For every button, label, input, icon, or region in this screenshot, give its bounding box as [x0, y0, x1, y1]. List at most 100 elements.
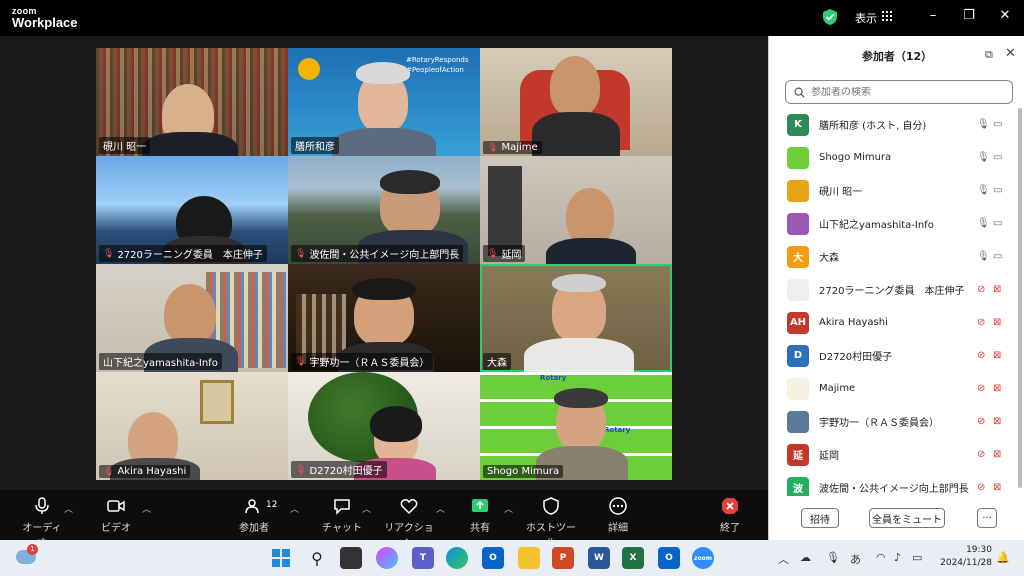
title-bar: zoom Workplace — [0, 0, 768, 36]
participant-name: D2720村田優子 — [819, 352, 893, 363]
participant-row[interactable]: 硯川 昭一 🎙 ▭ — [769, 174, 1017, 207]
gallery-grid-icon[interactable] — [882, 11, 892, 21]
participant-row[interactable]: Majime ⊘ ⊠ — [769, 372, 1017, 405]
microphone-icon[interactable]: 🎙 — [977, 218, 990, 229]
tray-overflow-icon[interactable]: ︿ — [778, 551, 789, 567]
participant-row[interactable]: 波波佐間・公共イメージ向上部門長 ⊘ ⊠ — [769, 471, 1017, 496]
outlook-icon[interactable]: O — [482, 547, 504, 569]
battery-icon[interactable]: ▭ — [912, 551, 922, 564]
participant-row[interactable]: Shogo Mimura 🎙 ▭ — [769, 141, 1017, 174]
video-tile[interactable]: 🎙 Akira Hayashi — [96, 372, 288, 480]
close-icon[interactable]: ✕ — [998, 9, 1012, 23]
video-tile[interactable]: 🎙 延岡 — [480, 156, 672, 264]
video-off-icon[interactable]: ⊠ — [993, 284, 1001, 295]
participant-row[interactable]: 宇野功一（ＲＡＳ委員会） ⊘ ⊠ — [769, 405, 1017, 438]
file-explorer-icon[interactable] — [518, 547, 540, 569]
video-tile[interactable]: Rotary Rotary Shogo Mimura — [480, 372, 672, 480]
participant-row[interactable]: 大大森 🎙 ▭ — [769, 240, 1017, 273]
panel-close-icon[interactable]: ✕ — [1005, 46, 1016, 61]
speaker-icon[interactable]: ♪ — [894, 551, 901, 564]
participant-row[interactable]: 山下紀之yamashita-Info 🎙 ▭ — [769, 207, 1017, 240]
system-clock[interactable]: 19:30 2024/11/28 — [940, 544, 992, 570]
view-button[interactable]: 表示 — [855, 10, 877, 26]
muted-mic-icon[interactable]: ⊘ — [977, 383, 985, 394]
invite-button[interactable]: 招待 — [801, 508, 839, 528]
video-off-icon[interactable]: ⊠ — [993, 383, 1001, 394]
video-camera-icon[interactable]: ▭ — [993, 152, 1002, 163]
microphone-icon[interactable]: 🎙 — [977, 185, 990, 196]
background-text: #RotaryResponds — [406, 56, 469, 64]
mute-all-button[interactable]: 全員をミュート — [869, 508, 945, 528]
video-camera-icon[interactable]: ▭ — [993, 119, 1002, 130]
edge-icon[interactable] — [446, 547, 468, 569]
video-tile-active-speaker[interactable]: 大森 — [480, 264, 672, 372]
onedrive-icon[interactable]: ☁ — [800, 551, 811, 564]
wifi-icon[interactable]: ◠ — [876, 551, 886, 564]
chat-options-caret[interactable]: ︿ — [362, 502, 371, 515]
participants-options-caret[interactable]: ︿ — [290, 502, 299, 515]
chat-button[interactable]: チャット — [322, 496, 362, 534]
video-tile[interactable]: 🎙 波佐間・公共イメージ向上部門長 — [288, 156, 480, 264]
video-camera-icon[interactable]: ▭ — [993, 218, 1002, 229]
windows-start-icon[interactable] — [270, 547, 292, 569]
muted-mic-icon[interactable]: ⊘ — [977, 350, 985, 361]
video-camera-icon[interactable]: ▭ — [993, 185, 1002, 196]
audio-options-caret[interactable]: ︿ — [64, 502, 73, 515]
restore-icon[interactable]: ❐ — [962, 9, 976, 23]
reactions-options-caret[interactable]: ︿ — [436, 502, 445, 515]
video-off-icon[interactable]: ⊠ — [993, 449, 1001, 460]
video-button[interactable]: ビデオ — [96, 496, 136, 534]
video-off-icon[interactable]: ⊠ — [993, 416, 1001, 427]
search-input[interactable] — [811, 86, 1001, 98]
share-options-caret[interactable]: ︿ — [504, 502, 513, 515]
excel-icon[interactable]: X — [622, 547, 644, 569]
muted-mic-icon[interactable]: ⊘ — [977, 317, 985, 328]
participant-row[interactable]: K 膳所和彦 (ホスト, 自分) 🎙 ▭ — [769, 108, 1017, 141]
participant-video — [164, 284, 216, 344]
outlook-new-icon[interactable]: O — [658, 547, 680, 569]
participant-row[interactable]: D D2720村田優子 ⊘ ⊠ — [769, 339, 1017, 372]
popout-icon[interactable]: ⧉ — [985, 48, 993, 62]
participant-row[interactable]: 延延岡 ⊘ ⊠ — [769, 438, 1017, 471]
muted-mic-icon[interactable]: ⊘ — [977, 482, 985, 493]
word-icon[interactable]: W — [588, 547, 610, 569]
video-tile[interactable]: 🎙 Majime — [480, 48, 672, 156]
video-tile[interactable]: 🎙 2720ラーニング委員 本庄伸子 — [96, 156, 288, 264]
muted-mic-icon[interactable]: ⊘ — [977, 416, 985, 427]
participant-row[interactable]: AH Akira Hayashi ⊘ ⊠ — [769, 306, 1017, 339]
tray-microphone-icon[interactable]: 🎙 — [826, 551, 840, 564]
share-button[interactable]: 共有 — [462, 496, 498, 534]
microphone-icon[interactable]: 🎙 — [977, 251, 990, 262]
video-off-icon[interactable]: ⊠ — [993, 482, 1001, 493]
minimize-icon[interactable]: – — [926, 9, 940, 23]
participant-list-scrollbar[interactable] — [1018, 108, 1022, 488]
teams-icon[interactable]: T — [412, 547, 434, 569]
copilot-icon[interactable] — [376, 547, 398, 569]
microphone-icon[interactable]: 🎙 — [977, 152, 990, 163]
video-tile[interactable]: #RotaryResponds #PeopleofAction 膳所和彦 — [288, 48, 480, 156]
powerpoint-icon[interactable]: P — [552, 547, 574, 569]
microphone-icon[interactable]: 🎙 — [977, 119, 990, 130]
video-tile[interactable]: 🎙 宇野功一（ＲＡＳ委員会） — [288, 264, 480, 372]
participant-body — [524, 338, 634, 372]
more-button[interactable]: 詳細 — [600, 496, 636, 534]
video-camera-icon[interactable]: ▭ — [993, 251, 1002, 262]
notifications-bell-icon[interactable]: 🔔 — [996, 551, 1010, 564]
participant-search[interactable] — [785, 80, 1013, 104]
muted-mic-icon[interactable]: ⊘ — [977, 449, 985, 460]
search-icon[interactable]: ⚲ — [306, 547, 328, 569]
ime-indicator[interactable]: あ — [850, 551, 861, 567]
video-off-icon[interactable]: ⊠ — [993, 350, 1001, 361]
zoom-taskbar-icon[interactable]: zoom — [692, 547, 714, 569]
video-options-caret[interactable]: ︿ — [142, 502, 151, 515]
video-tile[interactable]: 山下紀之yamashita-Info — [96, 264, 288, 372]
end-meeting-button[interactable]: 終了 — [712, 496, 748, 534]
task-view-icon[interactable] — [340, 547, 362, 569]
video-off-icon[interactable]: ⊠ — [993, 317, 1001, 328]
video-tile[interactable]: 🎙 D2720村田優子 — [288, 372, 480, 480]
panel-more-button[interactable]: ··· — [977, 508, 997, 528]
encryption-shield-icon[interactable] — [822, 8, 838, 26]
muted-mic-icon[interactable]: ⊘ — [977, 284, 985, 295]
participant-row[interactable]: 2720ラーニング委員 本庄伸子 ⊘ ⊠ — [769, 273, 1017, 306]
video-tile[interactable]: 硯川 昭一 — [96, 48, 288, 156]
